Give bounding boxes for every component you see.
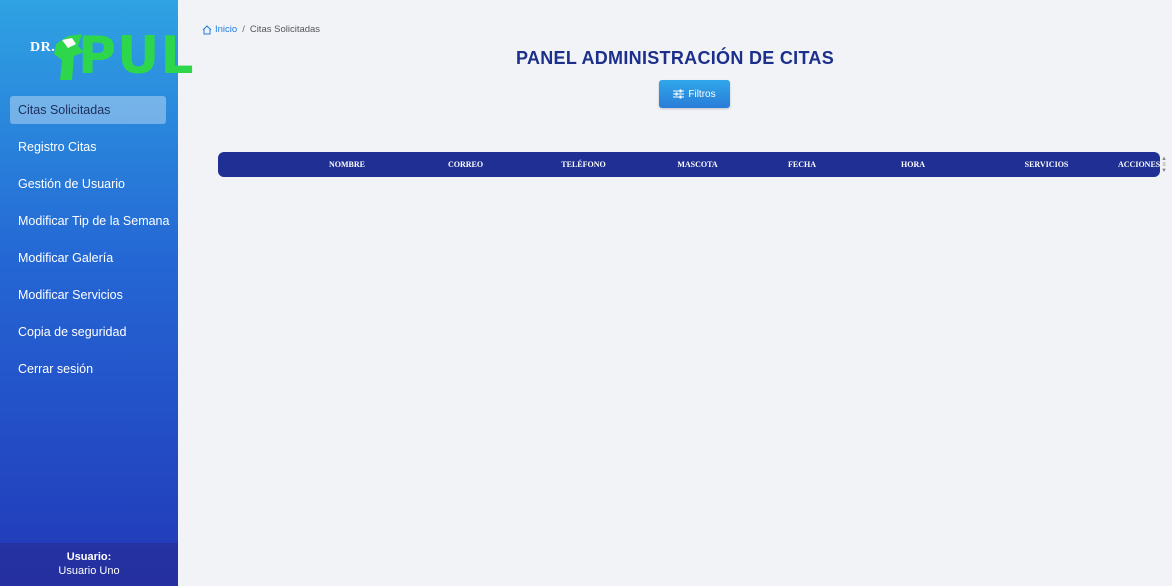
column-header-fecha[interactable]: FECHA — [753, 160, 851, 169]
sidebar-item-modificar-galeria[interactable]: Modificar Galería — [10, 244, 166, 272]
user-info: Usuario: Usuario Uno — [0, 543, 178, 586]
sidebar-item-copia-seguridad[interactable]: Copia de seguridad — [10, 318, 166, 346]
sidebar-item-modificar-tip[interactable]: Modificar Tip de la Semana — [10, 207, 169, 235]
breadcrumb-separator: / — [242, 24, 245, 35]
main-content: Inicio / Citas Solicitadas PANEL ADMINIS… — [178, 0, 1172, 586]
column-header-nombre[interactable]: NOMBRE — [288, 160, 406, 169]
app: DR. PUL Citas Solicitadas Registro Citas… — [0, 0, 1172, 586]
table-scrollbar[interactable]: ▲ ≡ ▼ — [1160, 152, 1168, 177]
column-header-servicios[interactable]: SERVICIOS — [975, 160, 1118, 169]
column-header-telefono[interactable]: TELÉFONO — [525, 160, 642, 169]
scroll-down-icon[interactable]: ▼ — [1161, 168, 1167, 174]
user-label: Usuario: — [66, 551, 112, 563]
sliders-icon — [673, 89, 685, 99]
logo-name: PUL — [78, 26, 195, 86]
home-icon — [202, 24, 212, 34]
column-header-correo[interactable]: CORREO — [406, 160, 525, 169]
sidebar-item-registro-citas[interactable]: Registro Citas — [10, 133, 166, 161]
sidebar-item-cerrar-sesion[interactable]: Cerrar sesión — [10, 355, 166, 383]
page-title: PANEL ADMINISTRACIÓN DE CITAS — [515, 48, 835, 68]
sidebar: DR. PUL Citas Solicitadas Registro Citas… — [0, 0, 193, 586]
column-header-mascota[interactable]: MASCOTA — [642, 160, 753, 169]
logo[interactable]: DR. PUL — [30, 28, 193, 86]
breadcrumb-home[interactable]: Inicio — [202, 24, 237, 35]
table-header: NOMBRE CORREO TELÉFONO MASCOTA FECHA HOR… — [218, 152, 1160, 177]
filters-button[interactable]: Filtros — [659, 80, 730, 108]
column-header-hora[interactable]: HORA — [851, 160, 975, 169]
sidebar-item-gestion-usuario[interactable]: Gestión de Usuario — [10, 170, 166, 198]
sidebar-item-modificar-servicios[interactable]: Modificar Servicios — [10, 281, 166, 309]
breadcrumb-home-label: Inicio — [215, 24, 238, 35]
filters-label: Filtros — [688, 88, 716, 100]
breadcrumb-current: Citas Solicitadas — [249, 24, 321, 35]
column-header-acciones[interactable]: ACCIONES — [1118, 160, 1160, 169]
user-name: Usuario Uno — [58, 565, 120, 577]
breadcrumb: Inicio / Citas Solicitadas — [202, 24, 320, 35]
sidebar-item-citas-solicitadas[interactable]: Citas Solicitadas — [10, 96, 166, 124]
sidebar-nav: Citas Solicitadas Registro Citas Gestión… — [0, 96, 178, 392]
